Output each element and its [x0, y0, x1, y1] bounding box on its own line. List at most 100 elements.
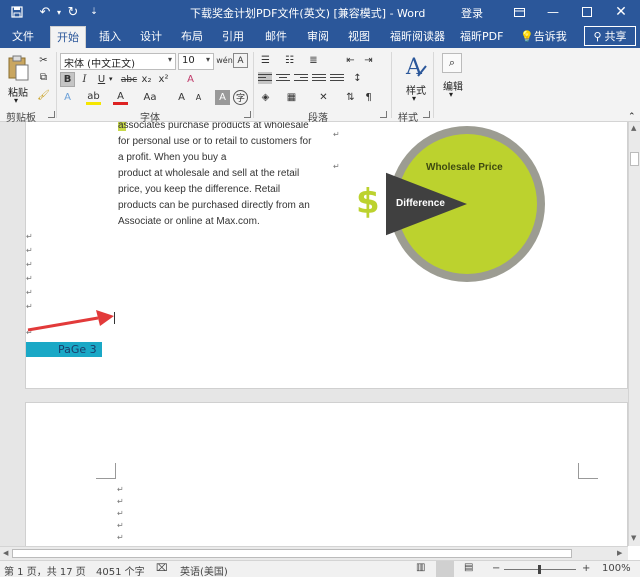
char-border-icon[interactable]: A	[233, 53, 248, 68]
tab-file[interactable]: 文件	[12, 28, 34, 44]
language-indicator[interactable]: 英语(美国)	[180, 563, 228, 578]
font-size-select[interactable]: 10 ▾	[178, 53, 214, 70]
page-2[interactable]: ↵ ↵ ↵ ↵ ↵	[25, 402, 628, 546]
close-icon[interactable]: ✕	[604, 0, 638, 24]
superscript-button[interactable]: x²	[156, 72, 171, 87]
tab-design[interactable]: 设计	[140, 28, 162, 44]
collapse-ribbon-icon[interactable]: ⌃	[628, 112, 636, 122]
tab-home[interactable]: 开始	[50, 26, 86, 48]
styles-icon[interactable]: A	[404, 52, 428, 82]
increase-indent-icon[interactable]: ⇥	[361, 53, 376, 68]
vertical-scrollbar[interactable]: ▲ ▼	[628, 122, 640, 546]
tab-review[interactable]: 审阅	[307, 28, 329, 44]
grow-font-button[interactable]: A	[174, 90, 189, 105]
document-area[interactable]: associates purchase products at wholesal…	[0, 122, 628, 546]
sort-icon[interactable]: ⇅	[343, 90, 358, 105]
vertical-scroll-thumb[interactable]	[630, 152, 639, 166]
tab-layout[interactable]: 布局	[181, 28, 203, 44]
scroll-up-icon[interactable]: ▲	[631, 124, 636, 132]
highlight-button[interactable]: ab	[86, 90, 101, 105]
tab-mailings[interactable]: 邮件	[265, 28, 287, 44]
save-icon[interactable]	[8, 3, 26, 21]
ribbon-display-icon[interactable]	[502, 0, 536, 24]
maximize-icon[interactable]	[570, 0, 604, 24]
font-name-select[interactable]: 宋体 (中文正文) ▾	[60, 53, 176, 70]
login-link[interactable]: 登录	[461, 5, 483, 21]
italic-button[interactable]: I	[77, 72, 92, 87]
dollar-sign-graphic[interactable]: $	[356, 182, 380, 222]
pie-graphic[interactable]: Wholesale Price Difference	[386, 124, 548, 284]
cut-icon[interactable]: ✂	[36, 53, 51, 68]
tab-foxit-pdf[interactable]: 福昕PDF	[460, 28, 503, 44]
char-shading-icon[interactable]: A	[215, 90, 230, 105]
bold-button[interactable]: B	[60, 72, 75, 87]
tab-foxit-reader[interactable]: 福昕阅读器	[390, 28, 445, 44]
share-button[interactable]: ⚲ 共享	[584, 26, 636, 46]
scroll-down-icon[interactable]: ▼	[631, 534, 636, 542]
paste-icon[interactable]	[6, 54, 30, 82]
line-spacing-icon[interactable]: ↕	[350, 71, 365, 86]
clipboard-launcher-icon[interactable]	[48, 111, 55, 118]
borders-icon[interactable]: ▦	[284, 90, 299, 105]
zoom-level[interactable]: 100%	[602, 563, 631, 574]
clear-format-icon[interactable]: A	[183, 72, 198, 87]
align-left-icon[interactable]	[258, 72, 272, 84]
zoom-in-icon[interactable]: +	[582, 563, 590, 574]
multilevel-list-icon[interactable]: ≣	[306, 53, 321, 68]
subscript-button[interactable]: x₂	[139, 72, 154, 87]
search-icon[interactable]: ⌕	[442, 53, 462, 73]
print-layout-icon[interactable]	[436, 561, 454, 577]
bullets-icon[interactable]: ☰	[258, 53, 273, 68]
paragraph-launcher-icon[interactable]	[380, 111, 387, 118]
distributed-icon[interactable]	[330, 72, 344, 84]
styles-launcher-icon[interactable]	[423, 111, 430, 118]
proofing-icon[interactable]: ⌧	[156, 563, 168, 574]
horizontal-scroll-thumb[interactable]	[12, 549, 572, 558]
page-1[interactable]: associates purchase products at wholesal…	[25, 122, 628, 389]
font-name-value: 宋体 (中文正文)	[64, 59, 135, 70]
scroll-left-icon[interactable]: ◀	[3, 549, 8, 557]
copy-icon[interactable]: ⧉	[36, 70, 51, 85]
redo-icon[interactable]: ↻	[66, 3, 80, 21]
tab-insert[interactable]: 插入	[99, 28, 121, 44]
edit-dropdown-icon[interactable]: ▾	[449, 90, 453, 99]
font-launcher-icon[interactable]	[244, 111, 251, 118]
font-color-button[interactable]: A	[113, 90, 128, 105]
align-center-icon[interactable]	[276, 72, 290, 84]
numbering-icon[interactable]: ☷	[282, 53, 297, 68]
underline-dropdown-icon[interactable]: ▾	[109, 75, 113, 83]
text-effect-button[interactable]: A	[60, 90, 75, 105]
status-bar: 第 1 页，共 17 页 4051 个字 ⌧ 英语(美国) ▥ ▤ − + 10…	[0, 560, 640, 578]
shading-icon[interactable]: ◈	[258, 90, 273, 105]
read-mode-icon[interactable]: ▥	[416, 562, 425, 573]
show-marks-icon[interactable]: ¶	[361, 90, 376, 105]
undo-dropdown-icon[interactable]: ▾	[54, 3, 64, 21]
align-right-icon[interactable]	[294, 72, 308, 84]
zoom-out-icon[interactable]: −	[492, 563, 500, 574]
paste-dropdown-icon[interactable]: ▾	[14, 96, 18, 105]
customize-icon[interactable]: ⇣	[88, 3, 100, 21]
styles-dropdown-icon[interactable]: ▾	[412, 94, 416, 103]
change-case-button[interactable]: Aa	[140, 90, 160, 105]
scroll-right-icon[interactable]: ▶	[617, 549, 622, 557]
minimize-icon[interactable]: —	[536, 0, 570, 24]
asian-layout-icon[interactable]: ✕	[316, 90, 331, 105]
paragraph-mark: ↵	[26, 260, 33, 269]
zoom-slider-thumb[interactable]	[538, 565, 541, 574]
underline-button[interactable]: U	[94, 72, 109, 87]
format-painter-icon[interactable]: 🖌	[36, 88, 51, 103]
tab-references[interactable]: 引用	[222, 28, 244, 44]
wen-icon[interactable]: wén	[216, 53, 233, 68]
tell-me-search[interactable]: 💡告诉我	[520, 28, 567, 44]
decrease-indent-icon[interactable]: ⇤	[343, 53, 358, 68]
justify-icon[interactable]	[312, 72, 326, 84]
undo-icon[interactable]: ↶	[36, 3, 54, 21]
web-layout-icon[interactable]: ▤	[464, 562, 473, 573]
tab-view[interactable]: 视图	[348, 28, 370, 44]
enclose-char-icon[interactable]: 字	[233, 90, 248, 105]
strikethrough-button[interactable]: abc	[119, 72, 139, 87]
page-count[interactable]: 第 1 页，共 17 页	[4, 563, 86, 578]
shrink-font-button[interactable]: A	[191, 90, 206, 105]
word-count[interactable]: 4051 个字	[96, 563, 145, 578]
horizontal-scrollbar[interactable]: ◀ ▶	[0, 546, 628, 560]
